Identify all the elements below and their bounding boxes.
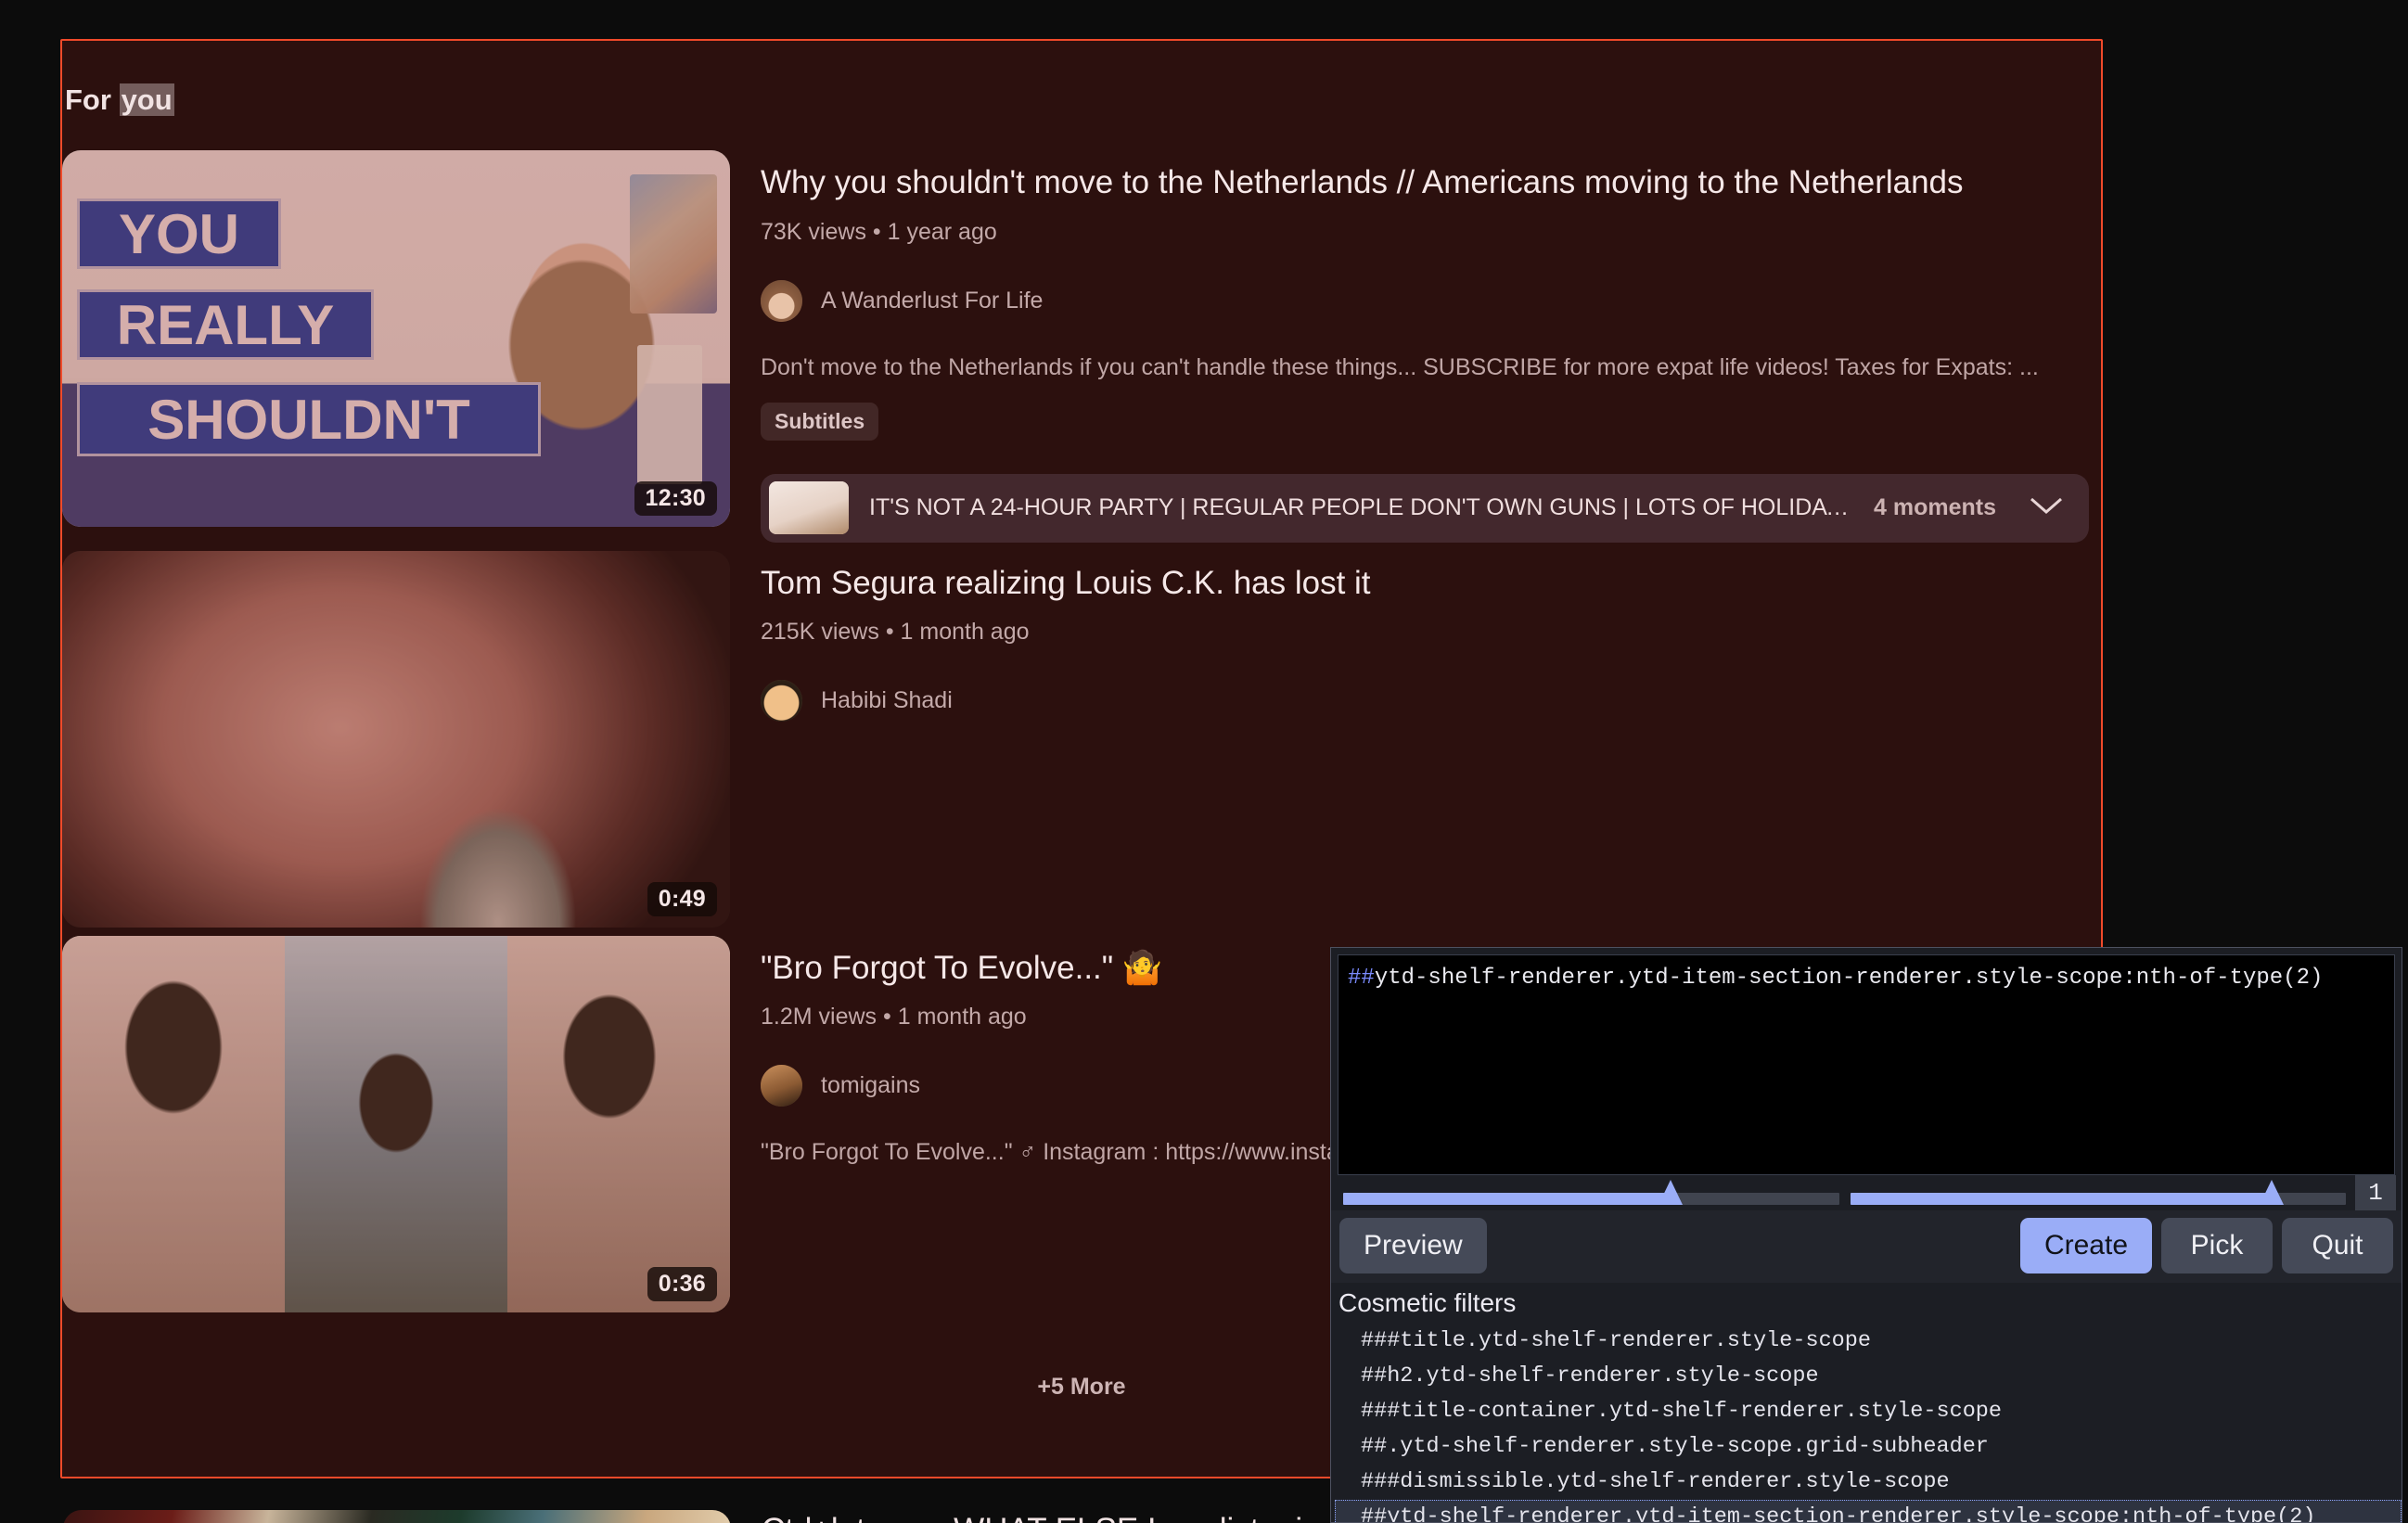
slider-thumb[interactable] (2259, 1180, 2284, 1205)
video-badges: Subtitles (761, 402, 2101, 441)
cosmetic-filter-item[interactable]: ##ytd-shelf-renderer.ytd-item-section-re… (1335, 1500, 2402, 1522)
channel-name[interactable]: Habibi Shadi (821, 687, 953, 714)
chevron-down-icon[interactable] (2028, 493, 2065, 522)
video-age: 1 month ago (897, 1004, 1027, 1030)
cosmetic-filter-item[interactable]: ###title-container.ytd-shelf-renderer.st… (1335, 1394, 2402, 1429)
moments-text: IT'S NOT A 24-HOUR PARTY | REGULAR PEOPL… (869, 494, 1855, 521)
stats-separator: • (885, 619, 894, 646)
video-meta: Tom Segura realizing Louis C.K. has lost… (761, 551, 2101, 928)
shelf-title-prefix: For (65, 83, 120, 116)
channel-name[interactable]: tomigains (821, 1072, 920, 1099)
show-more-button[interactable]: +5 More (1037, 1374, 1125, 1401)
moments-thumbnail (769, 481, 849, 535)
moments-chip[interactable]: IT'S NOT A 24-HOUR PARTY | REGULAR PEOPL… (761, 473, 2089, 543)
filter-selector: ytd-shelf-renderer.ytd-item-section-rend… (1374, 966, 2324, 991)
cosmetic-filters-label: Cosmetic filters (1338, 1288, 1517, 1317)
channel-row[interactable]: A Wanderlust For Life (761, 279, 2101, 322)
quit-button[interactable]: Quit (2282, 1218, 2393, 1273)
next-shelf-thumbnail[interactable] (63, 1510, 731, 1523)
video-views: 215K views (761, 619, 879, 646)
channel-name[interactable]: A Wanderlust For Life (821, 288, 1043, 314)
video-meta: Why you shouldn't move to the Netherland… (761, 150, 2101, 543)
next-shelf-title: Ctrl+k to see WHAT ELSE I am listening (762, 1512, 1338, 1523)
video-thumbnail[interactable]: YOU REALLY SHOULDN'T 12:30 (62, 150, 730, 527)
specificity-slider[interactable] (1850, 1180, 2346, 1206)
pick-button[interactable]: Pick (2161, 1218, 2273, 1273)
channel-row[interactable]: Habibi Shadi (761, 680, 2101, 723)
avatar (761, 680, 802, 723)
video-title[interactable]: Tom Segura realizing Louis C.K. has lost… (761, 564, 2101, 604)
video-stats: 215K views • 1 month ago (761, 619, 2101, 646)
depth-slider[interactable] (1343, 1180, 1839, 1206)
video-title[interactable]: Why you shouldn't move to the Netherland… (761, 163, 2101, 203)
subtitles-badge: Subtitles (761, 402, 879, 441)
cosmetic-filters-list: ###title.ytd-shelf-renderer.style-scope #… (1335, 1324, 2402, 1522)
shelf-title: For you (65, 83, 174, 117)
video-age: 1 year ago (887, 218, 997, 245)
video-duration: 0:36 (647, 1266, 717, 1301)
cosmetic-filter-item[interactable]: ###dismissible.ytd-shelf-renderer.style-… (1335, 1465, 2402, 1500)
filter-textarea[interactable]: ##ytd-shelf-renderer.ytd-item-section-re… (1338, 954, 2395, 1175)
slider-thumb[interactable] (1658, 1180, 1683, 1205)
video-views: 1.2M views (761, 1004, 877, 1030)
slider-fill (1850, 1193, 2272, 1205)
video-description: Don't move to the Netherlands if you can… (761, 353, 2039, 380)
video-duration: 12:30 (634, 481, 717, 516)
avatar (761, 279, 802, 322)
picker-top: ##ytd-shelf-renderer.ytd-item-section-re… (1331, 948, 2402, 1175)
create-button[interactable]: Create (2019, 1218, 2152, 1273)
video-row: YOU REALLY SHOULDN'T 12:30 Why you shoul… (62, 150, 2101, 543)
video-views: 73K views (761, 218, 866, 245)
picker-button-row: Preview Create Pick Quit (1331, 1210, 2402, 1283)
slider-fill (1343, 1193, 1671, 1205)
stats-separator: • (872, 218, 881, 245)
video-row: 0:49 Tom Segura realizing Louis C.K. has… (62, 550, 2101, 928)
preview-button[interactable]: Preview (1339, 1218, 1487, 1273)
cosmetic-filter-item[interactable]: ###title.ytd-shelf-renderer.style-scope (1335, 1324, 2402, 1359)
element-picker-dialog[interactable]: ##ytd-shelf-renderer.ytd-item-section-re… (1330, 947, 2402, 1523)
specificity-sliders[interactable]: 1 (1331, 1175, 2402, 1210)
stats-separator: • (883, 1004, 891, 1030)
filter-hash: ## (1348, 966, 1375, 991)
cosmetic-filter-item[interactable]: ##h2.ytd-shelf-renderer.style-scope (1335, 1359, 2402, 1394)
avatar (761, 1065, 802, 1107)
video-age: 1 month ago (900, 619, 1030, 646)
page-root: Ctrl+k to see WHAT ELSE I am listening F… (0, 0, 2408, 1523)
match-count: 1 (2355, 1175, 2396, 1210)
video-thumbnail[interactable]: 0:49 (62, 550, 730, 928)
cosmetic-filters-section: Cosmetic filters ###title.ytd-shelf-rend… (1331, 1283, 2402, 1522)
video-thumbnail[interactable]: 0:36 (62, 935, 730, 1312)
cosmetic-filter-item[interactable]: ##.ytd-shelf-renderer.style-scope.grid-s… (1335, 1429, 2402, 1465)
shelf-title-highlight: you (119, 83, 174, 116)
moments-count: 4 moments (1874, 494, 1996, 521)
video-stats: 73K views • 1 year ago (761, 219, 2101, 246)
video-duration: 0:49 (647, 881, 717, 916)
